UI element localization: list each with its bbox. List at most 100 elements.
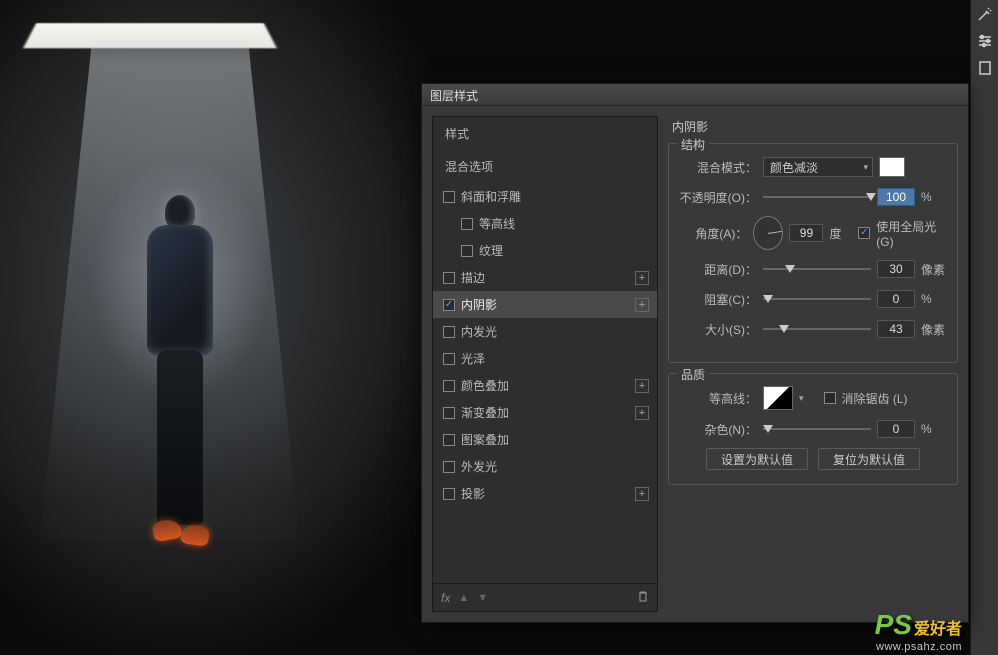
add-effect-icon[interactable]: + xyxy=(635,406,649,420)
trash-icon[interactable] xyxy=(637,590,649,605)
antialias-label: 消除锯齿 (L) xyxy=(842,390,908,407)
style-item-10[interactable]: 外发光 xyxy=(433,453,657,480)
opacity-input[interactable]: 100 xyxy=(877,188,915,206)
noise-unit: % xyxy=(921,422,947,436)
styles-header[interactable]: 样式 xyxy=(433,117,657,150)
add-effect-icon[interactable]: + xyxy=(635,271,649,285)
distance-slider[interactable] xyxy=(763,261,871,277)
style-label: 等高线 xyxy=(479,215,515,232)
arrow-up-icon[interactable]: ▲ xyxy=(458,592,469,604)
style-label: 投影 xyxy=(461,485,485,502)
fx-label[interactable]: fx xyxy=(441,591,450,605)
style-checkbox[interactable] xyxy=(443,272,455,284)
style-checkbox[interactable] xyxy=(443,299,455,311)
style-checkbox[interactable] xyxy=(443,191,455,203)
dialog-title: 图层样式 xyxy=(430,89,478,103)
noise-input[interactable]: 0 xyxy=(877,420,915,438)
choke-label: 阻塞(C)： xyxy=(679,291,757,308)
layer-style-dialog: 图层样式 样式 混合选项 斜面和浮雕等高线纹理描边 + 内阴影 + 内发光光泽颜色叠加 +… xyxy=(421,83,969,623)
angle-label: 角度(A)： xyxy=(679,225,747,242)
style-checkbox[interactable] xyxy=(461,245,473,257)
choke-input[interactable]: 0 xyxy=(877,290,915,308)
style-item-11[interactable]: 投影 + xyxy=(433,480,657,507)
color-swatch[interactable] xyxy=(879,157,905,177)
style-checkbox[interactable] xyxy=(443,326,455,338)
opacity-unit: % xyxy=(921,190,947,204)
style-item-6[interactable]: 光泽 xyxy=(433,345,657,372)
magic-wand-icon[interactable] xyxy=(977,6,993,25)
size-input[interactable]: 43 xyxy=(877,320,915,338)
style-checkbox[interactable] xyxy=(443,461,455,473)
style-label: 光泽 xyxy=(461,350,485,367)
style-item-9[interactable]: 图案叠加 xyxy=(433,426,657,453)
styles-footer: fx ▲ ▼ xyxy=(433,583,657,611)
style-item-7[interactable]: 颜色叠加 + xyxy=(433,372,657,399)
watermark-ps: PS xyxy=(875,609,912,641)
style-label: 图案叠加 xyxy=(461,431,509,448)
distance-label: 距离(D)： xyxy=(679,261,757,278)
style-checkbox[interactable] xyxy=(443,407,455,419)
style-label: 描边 xyxy=(461,269,485,286)
settings-panel: 内阴影 结构 混合模式： 颜色减淡 ▾ 不透明度(O)： 100 % xyxy=(668,116,958,612)
structure-legend: 结构 xyxy=(677,136,709,153)
style-label: 内阴影 xyxy=(461,296,497,313)
style-checkbox[interactable] xyxy=(461,218,473,230)
angle-dial[interactable] xyxy=(753,216,783,250)
style-item-4[interactable]: 内阴影 + xyxy=(433,291,657,318)
style-label: 纹理 xyxy=(479,242,503,259)
quality-legend: 品质 xyxy=(677,366,709,383)
style-label: 外发光 xyxy=(461,458,497,475)
chevron-down-icon: ▾ xyxy=(863,162,868,173)
sliders-icon[interactable] xyxy=(977,33,993,52)
contour-picker[interactable] xyxy=(763,386,793,410)
quality-group: 品质 等高线： ▾ 消除锯齿 (L) 杂色(N)： 0 % 设置为默认值 xyxy=(668,373,958,485)
distance-input[interactable]: 30 xyxy=(877,260,915,278)
structure-group: 结构 混合模式： 颜色减淡 ▾ 不透明度(O)： 100 % 角度( xyxy=(668,143,958,363)
distance-unit: 像素 xyxy=(921,261,947,278)
choke-unit: % xyxy=(921,292,947,306)
choke-slider[interactable] xyxy=(763,291,871,307)
watermark: PS 爱好者 xyxy=(875,609,962,641)
antialias-checkbox[interactable] xyxy=(824,392,836,404)
noise-label: 杂色(N)： xyxy=(679,421,757,438)
global-light-checkbox[interactable] xyxy=(858,227,870,239)
styles-panel: 样式 混合选项 斜面和浮雕等高线纹理描边 + 内阴影 + 内发光光泽颜色叠加 + 渐变叠加 +… xyxy=(432,116,658,612)
arrow-down-icon[interactable]: ▼ xyxy=(477,592,488,604)
opacity-slider[interactable] xyxy=(763,189,871,205)
size-label: 大小(S)： xyxy=(679,321,757,338)
style-checkbox[interactable] xyxy=(443,353,455,365)
add-effect-icon[interactable]: + xyxy=(635,298,649,312)
style-checkbox[interactable] xyxy=(443,380,455,392)
add-effect-icon[interactable]: + xyxy=(635,487,649,501)
style-checkbox[interactable] xyxy=(443,434,455,446)
opacity-label: 不透明度(O)： xyxy=(679,189,757,206)
page-icon[interactable] xyxy=(977,60,993,79)
blend-options[interactable]: 混合选项 xyxy=(433,150,657,183)
style-item-8[interactable]: 渐变叠加 + xyxy=(433,399,657,426)
style-checkbox[interactable] xyxy=(443,488,455,500)
blend-mode-label: 混合模式： xyxy=(679,159,757,176)
style-label: 颜色叠加 xyxy=(461,377,509,394)
contour-label: 等高线： xyxy=(679,390,757,407)
style-item-5[interactable]: 内发光 xyxy=(433,318,657,345)
style-item-1[interactable]: 等高线 xyxy=(433,210,657,237)
style-item-3[interactable]: 描边 + xyxy=(433,264,657,291)
angle-input[interactable]: 99 xyxy=(789,224,823,242)
dialog-titlebar[interactable]: 图层样式 xyxy=(422,84,968,106)
style-label: 斜面和浮雕 xyxy=(461,188,521,205)
size-slider[interactable] xyxy=(763,321,871,337)
style-item-2[interactable]: 纹理 xyxy=(433,237,657,264)
blend-mode-select[interactable]: 颜色减淡 ▾ xyxy=(763,157,873,177)
size-unit: 像素 xyxy=(921,321,947,338)
add-effect-icon[interactable]: + xyxy=(635,379,649,393)
global-light-label: 使用全局光 (G) xyxy=(876,218,947,249)
watermark-text: 爱好者 xyxy=(914,615,962,639)
style-label: 渐变叠加 xyxy=(461,404,509,421)
reset-default-button[interactable]: 复位为默认值 xyxy=(818,448,920,470)
watermark-url: www.psahz.com xyxy=(876,641,962,653)
make-default-button[interactable]: 设置为默认值 xyxy=(706,448,808,470)
right-toolbar xyxy=(970,0,998,655)
style-item-0[interactable]: 斜面和浮雕 xyxy=(433,183,657,210)
chevron-down-icon[interactable]: ▾ xyxy=(799,393,804,404)
noise-slider[interactable] xyxy=(763,421,871,437)
